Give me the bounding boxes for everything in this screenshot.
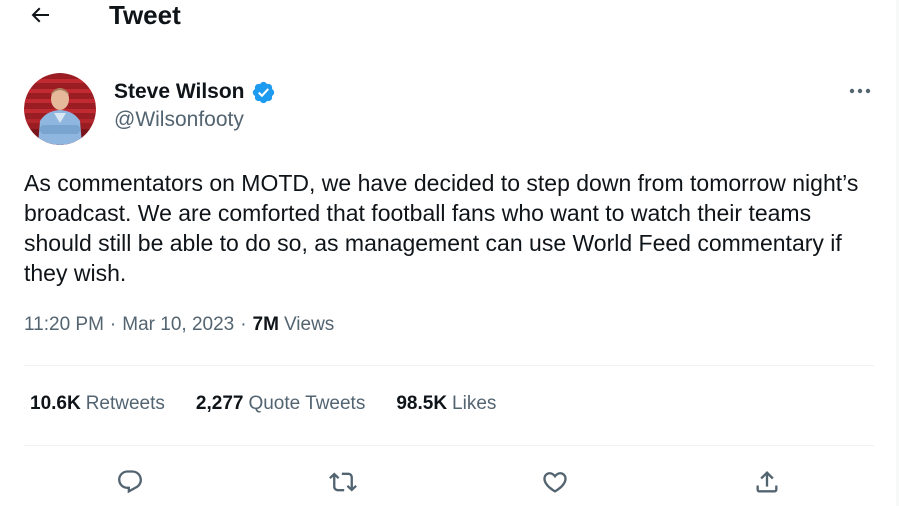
meta-separator: ·: [240, 314, 247, 335]
retweets-stat[interactable]: 10.6K Retweets: [30, 393, 165, 415]
tweet-stats: 10.6K Retweets 2,277 Quote Tweets 98.5K …: [30, 393, 527, 415]
retweets-count: 10.6K: [30, 393, 81, 414]
likes-stat[interactable]: 98.5K Likes: [396, 393, 496, 415]
share-button[interactable]: [747, 462, 787, 502]
likes-label: Likes: [452, 393, 497, 414]
likes-count: 98.5K: [396, 393, 448, 414]
author-handle[interactable]: @Wilsonfooty: [114, 108, 244, 132]
page-title: Tweet: [109, 0, 181, 30]
share-icon: [756, 471, 778, 493]
arrow-left-icon: [31, 7, 49, 23]
views-label: Views: [283, 314, 335, 335]
quote-tweets-stat[interactable]: 2,277 Quote Tweets: [196, 393, 365, 415]
author-name[interactable]: Steve Wilson: [114, 80, 245, 104]
divider: [24, 365, 874, 366]
reply-button[interactable]: [110, 462, 150, 502]
back-button[interactable]: [22, 0, 58, 30]
tweet-date[interactable]: Mar 10, 2023: [122, 314, 234, 336]
meta-separator: ·: [109, 314, 117, 335]
avatar[interactable]: [24, 73, 96, 145]
author-name-row: Steve Wilson: [114, 78, 276, 106]
divider: [24, 445, 874, 446]
views-count: 7M: [252, 314, 279, 335]
tweet-text: As commentators on MOTD, we have decided…: [24, 170, 859, 286]
tweet-page: Tweet Steve Wilson @Wilsonfooty As comme…: [0, 0, 899, 506]
tweet-time[interactable]: 11:20 PM: [24, 314, 104, 336]
quote-tweets-label: Quote Tweets: [248, 393, 366, 414]
tweet-meta: 11:20 PM · Mar 10, 2023 · 7M Views: [24, 314, 334, 336]
profile-photo: [24, 73, 96, 145]
more-options-button[interactable]: [840, 78, 880, 104]
retweets-label: Retweets: [85, 393, 165, 414]
retweet-button[interactable]: [323, 462, 363, 502]
more-dots-icon: [849, 88, 871, 94]
heart-icon: [543, 472, 567, 493]
verified-badge-icon: [252, 81, 274, 103]
quote-tweets-count: 2,277: [195, 393, 244, 414]
retweet-icon: [329, 472, 357, 492]
like-button[interactable]: [535, 462, 575, 502]
reply-icon: [118, 470, 142, 494]
